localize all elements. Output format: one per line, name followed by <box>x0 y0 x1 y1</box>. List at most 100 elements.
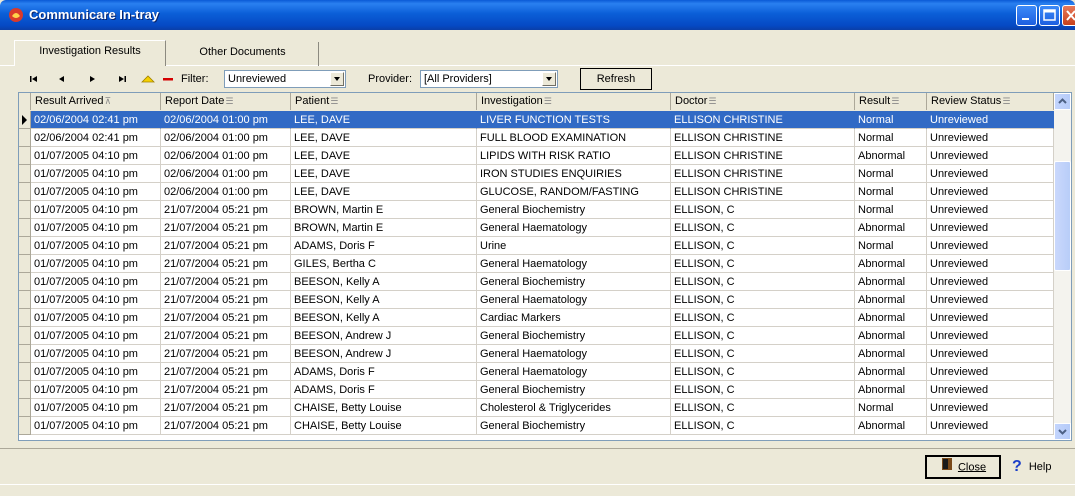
cell-report-date[interactable]: 21/07/2004 05:21 pm <box>161 345 291 363</box>
cell-investigation[interactable]: Cholesterol & Triglycerides <box>477 399 671 417</box>
table-row[interactable]: 01/07/2005 04:10 pm 21/07/2004 05:21 pm CH… <box>19 417 1054 435</box>
cell-result[interactable]: Normal <box>855 165 927 183</box>
cell-doctor[interactable]: ELLISON, C <box>671 237 855 255</box>
table-row[interactable]: 01/07/2005 04:10 pm 21/07/2004 05:21 pm BE… <box>19 345 1054 363</box>
cell-result-arrived[interactable]: 02/06/2004 02:41 pm <box>31 111 161 129</box>
cell-review-status[interactable]: Unreviewed <box>927 309 1054 327</box>
cell-patient[interactable]: BEESON, Kelly A <box>291 309 477 327</box>
cell-doctor[interactable]: ELLISON, C <box>671 345 855 363</box>
cell-report-date[interactable]: 21/07/2004 05:21 pm <box>161 381 291 399</box>
cell-result-arrived[interactable]: 01/07/2005 04:10 pm <box>31 399 161 417</box>
cell-report-date[interactable]: 02/06/2004 01:00 pm <box>161 165 291 183</box>
scroll-thumb[interactable] <box>1054 161 1071 271</box>
cell-patient[interactable]: CHAISE, Betty Louise <box>291 399 477 417</box>
cell-report-date[interactable]: 21/07/2004 05:21 pm <box>161 327 291 345</box>
cell-result[interactable]: Abnormal <box>855 273 927 291</box>
cell-review-status[interactable]: Unreviewed <box>927 327 1054 345</box>
cell-result-arrived[interactable]: 01/07/2005 04:10 pm <box>31 291 161 309</box>
table-row[interactable]: 01/07/2005 04:10 pm 02/06/2004 01:00 pm LE… <box>19 147 1054 165</box>
cell-investigation[interactable]: GLUCOSE, RANDOM/FASTING <box>477 183 671 201</box>
cell-result-arrived[interactable]: 02/06/2004 02:41 pm <box>31 129 161 147</box>
cell-result[interactable]: Normal <box>855 201 927 219</box>
cell-investigation[interactable]: General Biochemistry <box>477 417 671 435</box>
cell-result[interactable]: Normal <box>855 399 927 417</box>
table-row[interactable]: 01/07/2005 04:10 pm 21/07/2004 05:21 pm BE… <box>19 327 1054 345</box>
cell-patient[interactable]: ADAMS, Doris F <box>291 381 477 399</box>
cell-result-arrived[interactable]: 01/07/2005 04:10 pm <box>31 327 161 345</box>
cell-review-status[interactable]: Unreviewed <box>927 129 1054 147</box>
row-indicator[interactable] <box>19 147 31 165</box>
cell-report-date[interactable]: 21/07/2004 05:21 pm <box>161 237 291 255</box>
cell-review-status[interactable]: Unreviewed <box>927 183 1054 201</box>
cell-review-status[interactable]: Unreviewed <box>927 237 1054 255</box>
cell-report-date[interactable]: 21/07/2004 05:21 pm <box>161 219 291 237</box>
cell-doctor[interactable]: ELLISON, C <box>671 399 855 417</box>
cell-doctor[interactable]: ELLISON CHRISTINE <box>671 111 855 129</box>
row-indicator[interactable] <box>19 399 31 417</box>
cell-review-status[interactable]: Unreviewed <box>927 381 1054 399</box>
cell-doctor[interactable]: ELLISON, C <box>671 273 855 291</box>
cell-result[interactable]: Abnormal <box>855 345 927 363</box>
cell-patient[interactable]: BROWN, Martin E <box>291 219 477 237</box>
cell-result[interactable]: Abnormal <box>855 147 927 165</box>
cell-result-arrived[interactable]: 01/07/2005 04:10 pm <box>31 237 161 255</box>
table-row[interactable]: 01/07/2005 04:10 pm 21/07/2004 05:21 pm BE… <box>19 291 1054 309</box>
cell-investigation[interactable]: Urine <box>477 237 671 255</box>
cell-patient[interactable]: BROWN, Martin E <box>291 201 477 219</box>
cell-investigation[interactable]: LIPIDS WITH RISK RATIO <box>477 147 671 165</box>
column-header-review-status[interactable]: Review Status☰ <box>927 93 1054 110</box>
cell-report-date[interactable]: 21/07/2004 05:21 pm <box>161 309 291 327</box>
cell-result-arrived[interactable]: 01/07/2005 04:10 pm <box>31 273 161 291</box>
cell-report-date[interactable]: 21/07/2004 05:21 pm <box>161 291 291 309</box>
delete-record-icon[interactable] <box>160 71 176 87</box>
cell-patient[interactable]: BEESON, Andrew J <box>291 345 477 363</box>
filter-select[interactable]: Unreviewed <box>224 70 346 88</box>
row-indicator[interactable] <box>19 417 31 435</box>
cell-result[interactable]: Normal <box>855 183 927 201</box>
row-indicator[interactable] <box>19 129 31 147</box>
cell-investigation[interactable]: LIVER FUNCTION TESTS <box>477 111 671 129</box>
cell-result[interactable]: Abnormal <box>855 327 927 345</box>
cell-doctor[interactable]: ELLISON, C <box>671 417 855 435</box>
row-indicator[interactable] <box>19 273 31 291</box>
row-indicator[interactable] <box>19 111 31 129</box>
cell-doctor[interactable]: ELLISON, C <box>671 381 855 399</box>
cell-patient[interactable]: LEE, DAVE <box>291 111 477 129</box>
cell-patient[interactable]: LEE, DAVE <box>291 147 477 165</box>
cell-report-date[interactable]: 02/06/2004 01:00 pm <box>161 147 291 165</box>
column-header-report-date[interactable]: Report Date☰ <box>161 93 291 110</box>
cell-report-date[interactable]: 21/07/2004 05:21 pm <box>161 399 291 417</box>
close-window-button[interactable] <box>1062 5 1075 26</box>
table-row[interactable]: 01/07/2005 04:10 pm 21/07/2004 05:21 pm GI… <box>19 255 1054 273</box>
table-row[interactable]: 01/07/2005 04:10 pm 02/06/2004 01:00 pm LE… <box>19 183 1054 201</box>
cell-result[interactable]: Abnormal <box>855 417 927 435</box>
table-row[interactable]: 01/07/2005 04:10 pm 21/07/2004 05:21 pm BR… <box>19 201 1054 219</box>
cell-result-arrived[interactable]: 01/07/2005 04:10 pm <box>31 309 161 327</box>
cell-patient[interactable]: ADAMS, Doris F <box>291 363 477 381</box>
scroll-up-button[interactable] <box>1054 93 1071 110</box>
first-record-icon[interactable] <box>26 71 42 87</box>
row-indicator[interactable] <box>19 183 31 201</box>
table-row[interactable]: 01/07/2005 04:10 pm 21/07/2004 05:21 pm AD… <box>19 381 1054 399</box>
table-row[interactable]: 02/06/2004 02:41 pm 02/06/2004 01:00 pm LE… <box>19 111 1054 129</box>
cell-result[interactable]: Abnormal <box>855 255 927 273</box>
cell-result-arrived[interactable]: 01/07/2005 04:10 pm <box>31 381 161 399</box>
cell-doctor[interactable]: ELLISON, C <box>671 255 855 273</box>
title-bar[interactable]: Communicare In-tray <box>0 0 1075 30</box>
cell-investigation[interactable]: General Haematology <box>477 219 671 237</box>
cell-investigation[interactable]: General Haematology <box>477 255 671 273</box>
cell-result-arrived[interactable]: 01/07/2005 04:10 pm <box>31 219 161 237</box>
column-header-patient[interactable]: Patient☰ <box>291 93 477 110</box>
vertical-scrollbar[interactable] <box>1054 93 1071 440</box>
provider-select[interactable]: [All Providers] <box>420 70 558 88</box>
refresh-button[interactable]: Refresh <box>580 68 652 90</box>
cell-doctor[interactable]: ELLISON, C <box>671 309 855 327</box>
close-button[interactable]: Close <box>925 455 1001 479</box>
cell-investigation[interactable]: General Biochemistry <box>477 273 671 291</box>
previous-record-icon[interactable] <box>54 71 70 87</box>
cell-doctor[interactable]: ELLISON, C <box>671 363 855 381</box>
cell-result[interactable]: Normal <box>855 237 927 255</box>
cell-result-arrived[interactable]: 01/07/2005 04:10 pm <box>31 147 161 165</box>
cell-doctor[interactable]: ELLISON, C <box>671 219 855 237</box>
row-indicator[interactable] <box>19 291 31 309</box>
